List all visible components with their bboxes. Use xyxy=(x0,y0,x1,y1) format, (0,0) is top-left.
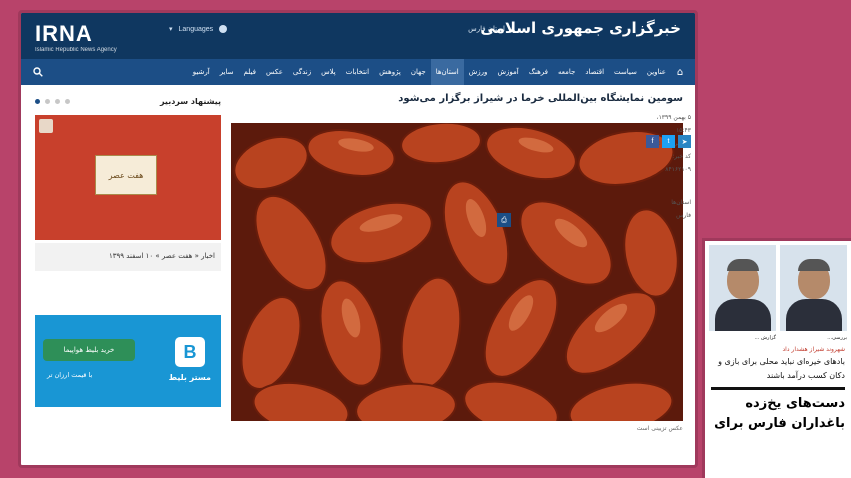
facebook-icon[interactable]: f xyxy=(646,135,659,148)
media-icon xyxy=(39,119,53,133)
ad-logo: B xyxy=(175,337,205,367)
suggest-title: پیشنهاد سردبیر xyxy=(159,96,221,106)
overlay-caption: گزارش ... xyxy=(754,335,776,341)
ad-buy-button[interactable]: خرید بلیط هواپیما xyxy=(43,339,135,361)
nav-item[interactable]: پژوهش xyxy=(374,59,406,85)
overlay-divider xyxy=(711,387,845,390)
overlay-headline: بادهای خیره‌ای نباید محلی برای بازی و دک… xyxy=(718,357,845,380)
portrait-suit xyxy=(715,299,771,331)
article: سومین نمایشگاه بین‌المللی خرما در شیراز … xyxy=(231,93,683,432)
portrait-suit xyxy=(786,299,842,331)
portrait-photo xyxy=(709,245,776,331)
carousel-dots[interactable] xyxy=(35,98,70,104)
logo-text: IRNA xyxy=(35,21,93,46)
nav-item[interactable]: عکس xyxy=(261,59,288,85)
sidebar: پیشنهاد سردبیر هفت عصر اخبار « هفت عصر »… xyxy=(35,93,221,407)
site-header: IRNA Islamic Republic News Agency ▾ Lang… xyxy=(21,13,695,59)
telegram-icon[interactable]: ➤ xyxy=(678,135,691,148)
newspaper-overlay: بررسی... گزارش ... شهروند شیراز هشدار دا… xyxy=(702,238,851,478)
article-headline: سومین نمایشگاه بین‌المللی خرما در شیراز … xyxy=(398,93,683,104)
browser-frame: IRNA Islamic Republic News Agency ▾ Lang… xyxy=(18,10,698,468)
photo-credit: عکس تزیینی است xyxy=(636,425,683,432)
chevron-down-icon: ▾ xyxy=(169,26,173,33)
portrait-photo xyxy=(780,245,847,331)
meta-tags: استان‌ها فارس xyxy=(647,176,695,222)
nav-item[interactable]: جهان xyxy=(406,59,431,85)
carousel-dot[interactable] xyxy=(65,98,70,104)
carousel-dot[interactable] xyxy=(45,98,50,104)
site-title[interactable]: خبرگزاری جمهوری اسلامی xyxy=(480,19,681,37)
overlay-big-headline: دست‌های یخ‌زده باغداران فارس برای xyxy=(714,396,845,431)
tag-link[interactable]: فارس xyxy=(647,209,691,222)
promo-caption[interactable]: اخبار « هفت عصر » ۱۰ اسفند ۱۳۹۹ xyxy=(35,243,221,271)
portrait-hair xyxy=(727,259,759,271)
ad-subtext: با قیمت ارزان تر xyxy=(47,371,93,379)
ad-banner[interactable]: خرید بلیط هواپیما با قیمت ارزان تر B مست… xyxy=(35,315,221,407)
portrait-hair xyxy=(798,259,830,271)
nav-item[interactable]: عناوین xyxy=(642,59,671,85)
publish-date: ۵ بهمن ۱۳۹۹، ۱۵:۴۳ xyxy=(656,114,691,134)
nav-item[interactable]: اقتصاد xyxy=(580,59,609,85)
promo-card: هفت عصر xyxy=(95,155,157,195)
article-photo-dates xyxy=(231,123,683,421)
share-buttons: f t ➤ xyxy=(646,135,691,148)
suggest-header: پیشنهاد سردبیر xyxy=(35,93,221,109)
main-nav: ⌂ عناوین سیاست اقتصاد جامعه فرهنگ آموزش … xyxy=(21,59,695,85)
twitter-icon[interactable]: t xyxy=(662,135,675,148)
print-icon[interactable]: ⎙ xyxy=(497,213,511,227)
overlay-photos xyxy=(705,241,851,333)
article-meta: ۵ بهمن ۱۳۹۹، ۱۵:۴۳ کد خبرنگار: ۲۱۷۵ کد خ… xyxy=(647,93,695,222)
tag-link[interactable]: استان‌ها xyxy=(647,196,691,209)
nav-item[interactable]: انتخابات xyxy=(341,59,374,85)
overlay-captions: بررسی... گزارش ... xyxy=(705,333,851,344)
nav-item[interactable]: زندگی xyxy=(288,59,316,85)
carousel-dot[interactable] xyxy=(55,98,60,104)
nav-item[interactable]: سایر xyxy=(215,59,239,85)
nav-item-active[interactable]: استان‌ها xyxy=(430,59,464,85)
nav-item[interactable]: آرشیو xyxy=(188,59,215,85)
carousel-dot[interactable] xyxy=(35,98,40,104)
nav-item[interactable]: آموزش xyxy=(492,59,523,85)
nav-item[interactable]: فیلم xyxy=(239,59,261,85)
overlay-kicker: شهروند شیراز هشدار داد xyxy=(782,346,846,353)
nav-item[interactable]: جامعه xyxy=(553,59,580,85)
globe-icon xyxy=(219,25,228,33)
news-id: کد خبر: ۸۴۱۶۲۱۰۹ xyxy=(665,153,691,173)
home-icon[interactable]: ⌂ xyxy=(671,59,689,85)
nav-item[interactable]: فرهنگ xyxy=(524,59,553,85)
logo-subtitle: Islamic Republic News Agency xyxy=(35,47,117,53)
irna-logo[interactable]: IRNA Islamic Republic News Agency xyxy=(35,21,155,53)
promo-image[interactable]: هفت عصر xyxy=(35,115,221,240)
overlay-caption: بررسی... xyxy=(827,335,847,341)
ad-brand: مستر بلیط xyxy=(168,373,211,382)
languages-dropdown[interactable]: ▾ Languages xyxy=(169,25,228,33)
nav-item[interactable]: ورزش xyxy=(464,59,493,85)
languages-label: Languages xyxy=(178,25,214,33)
nav-item[interactable]: پلاس xyxy=(316,59,341,85)
search-icon[interactable] xyxy=(27,59,49,85)
nav-item[interactable]: سیاست xyxy=(609,59,642,85)
